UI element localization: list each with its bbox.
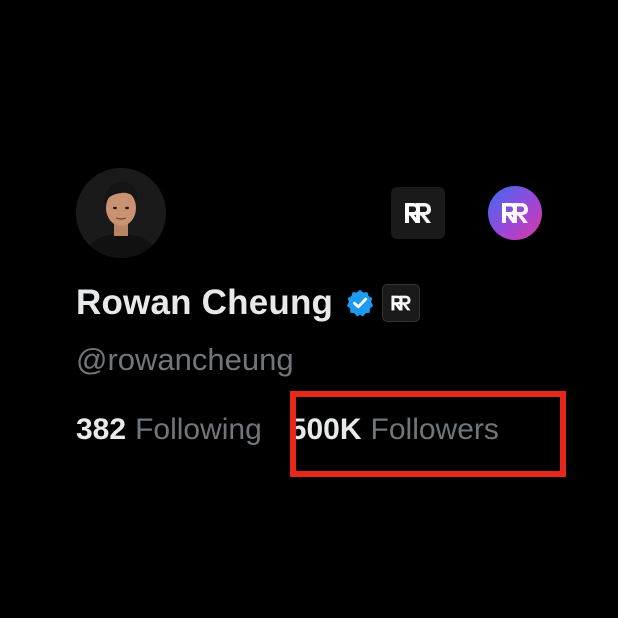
rundown-logo-icon xyxy=(391,295,411,311)
affiliate-badge[interactable] xyxy=(382,284,421,322)
profile-card: Rowan Cheung @rowancheung 382 Following … xyxy=(0,0,618,618)
followers-stat[interactable]: 500K Followers xyxy=(290,413,499,447)
profile-name-row: Rowan Cheung xyxy=(76,278,421,328)
following-label: Following xyxy=(135,413,262,446)
following-count: 382 xyxy=(76,413,127,446)
rundown-logo-square[interactable] xyxy=(391,187,445,239)
profile-stats: 382 Following 500K Followers xyxy=(76,408,499,452)
followers-count: 500K xyxy=(289,413,362,446)
verified-badge[interactable] xyxy=(345,288,375,318)
rundown-logo-icon xyxy=(405,203,431,223)
following-stat[interactable]: 382 Following xyxy=(76,413,262,447)
profile-handle: @rowancheung xyxy=(76,342,294,377)
followers-label: Followers xyxy=(370,413,499,446)
rundown-logo-circle[interactable] xyxy=(488,186,542,240)
rundown-logo-icon xyxy=(502,203,528,223)
profile-name: Rowan Cheung xyxy=(76,283,334,322)
avatar-photo xyxy=(76,168,166,258)
verified-badge-icon xyxy=(346,289,374,317)
profile-avatar[interactable] xyxy=(76,168,166,258)
